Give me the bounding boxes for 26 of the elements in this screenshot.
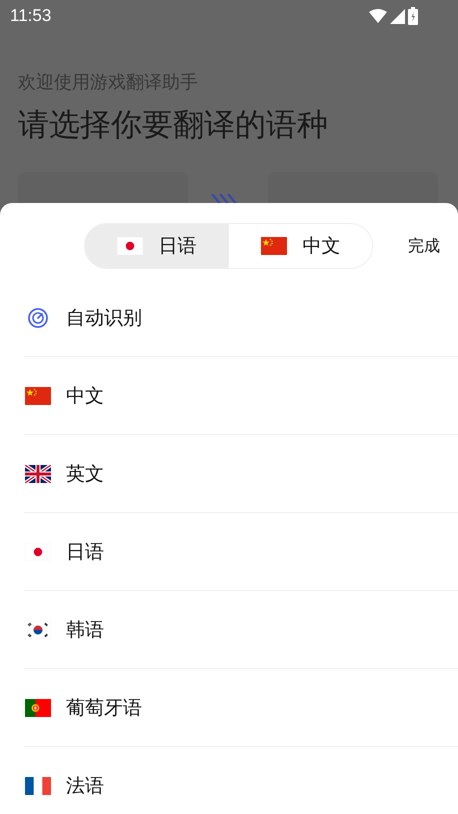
china-flag-icon xyxy=(260,237,286,255)
language-option[interactable]: 英文 xyxy=(66,460,104,486)
language-option[interactable]: 法语 xyxy=(66,772,104,798)
battery-icon xyxy=(408,7,418,25)
wifi-icon xyxy=(369,9,387,23)
done-button[interactable]: 完成 xyxy=(408,232,440,260)
portugal-flag-icon xyxy=(25,698,51,716)
source-language-selector[interactable] xyxy=(18,172,188,203)
language-tab[interactable]: 日语 xyxy=(85,224,228,268)
japan-flag-icon xyxy=(25,542,51,560)
language-tab[interactable]: 中文 xyxy=(228,224,372,268)
language-option[interactable]: 中文 xyxy=(66,382,104,408)
page-title: 请选择你要翻译的语种 xyxy=(18,106,329,145)
signal-icon xyxy=(390,8,405,24)
language-option[interactable]: 自动识别 xyxy=(66,304,142,330)
target-icon xyxy=(27,306,49,328)
language-option[interactable]: 葡萄牙语 xyxy=(66,694,142,720)
status-time: 11:53 xyxy=(10,6,52,26)
target-language-selector[interactable] xyxy=(268,172,438,203)
korea-flag-icon xyxy=(25,620,51,638)
france-flag-icon xyxy=(25,776,51,794)
japan-flag-icon xyxy=(116,237,142,255)
uk-flag-icon xyxy=(25,464,51,482)
language-option[interactable]: 日语 xyxy=(66,538,104,564)
language-option[interactable]: 韩语 xyxy=(66,616,104,642)
china-flag-icon xyxy=(25,386,51,404)
